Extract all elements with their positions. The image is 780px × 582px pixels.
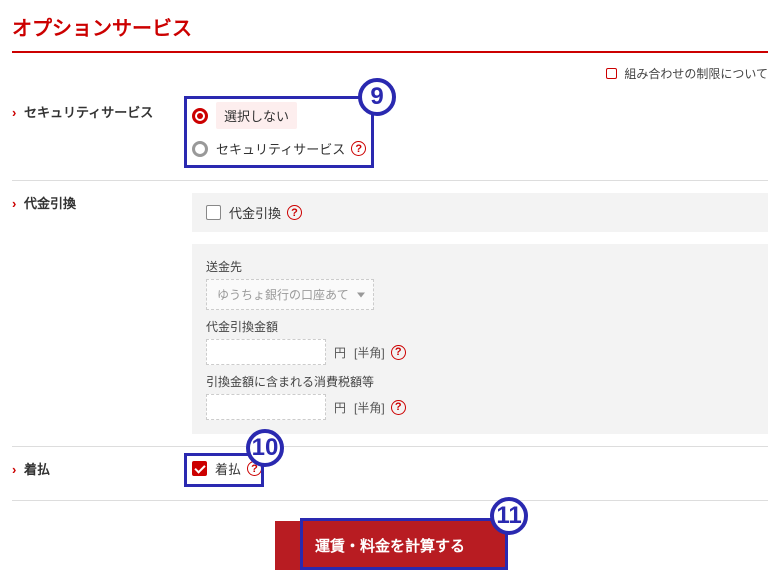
help-icon[interactable]: ? [247, 461, 262, 476]
remittance-label: 送金先 [206, 258, 754, 275]
combination-limit-label: 組み合わせの制限について [624, 67, 768, 81]
remittance-select[interactable]: ゆうちょ銀行の口座あて [206, 279, 374, 310]
page-title: オプションサービス [12, 12, 768, 41]
amount-unit: 円 [334, 344, 346, 361]
amount-input[interactable] [206, 339, 326, 365]
external-link-icon [606, 68, 617, 79]
section-title-daibiki: › 代金引換 [12, 193, 192, 434]
combination-limit-link[interactable]: 組み合わせの制限について [606, 67, 768, 81]
amount-note: [半角] [354, 344, 385, 361]
radio-security-service-label[interactable]: セキュリティサービス [216, 139, 345, 158]
caret-icon: › [12, 196, 16, 211]
help-icon[interactable]: ? [391, 400, 406, 415]
radio-security-none-label[interactable]: 選択しない [216, 102, 297, 129]
radio-security-none[interactable] [192, 108, 208, 124]
checkbox-daibiki-label[interactable]: 代金引換 [229, 203, 281, 222]
help-icon[interactable]: ? [351, 141, 366, 156]
tax-note: [半角] [354, 399, 385, 416]
tax-label: 引換金額に含まれる消費税額等 [206, 373, 754, 390]
checkbox-chakubarai[interactable] [192, 461, 207, 476]
section-title-security: › セキュリティサービス [12, 102, 192, 168]
caret-icon: › [12, 462, 16, 477]
calculate-button[interactable]: 運賃・料金を計算する [275, 521, 505, 570]
section-title-chakubarai: › 着払 [12, 459, 192, 488]
amount-label: 代金引換金額 [206, 318, 754, 335]
title-divider [12, 51, 768, 53]
checkbox-daibiki[interactable] [206, 205, 221, 220]
tax-unit: 円 [334, 399, 346, 416]
tax-input[interactable] [206, 394, 326, 420]
radio-security-service[interactable] [192, 141, 208, 157]
help-icon[interactable]: ? [287, 205, 302, 220]
checkbox-chakubarai-label[interactable]: 着払 [215, 459, 241, 478]
help-icon[interactable]: ? [391, 345, 406, 360]
caret-icon: › [12, 105, 16, 120]
